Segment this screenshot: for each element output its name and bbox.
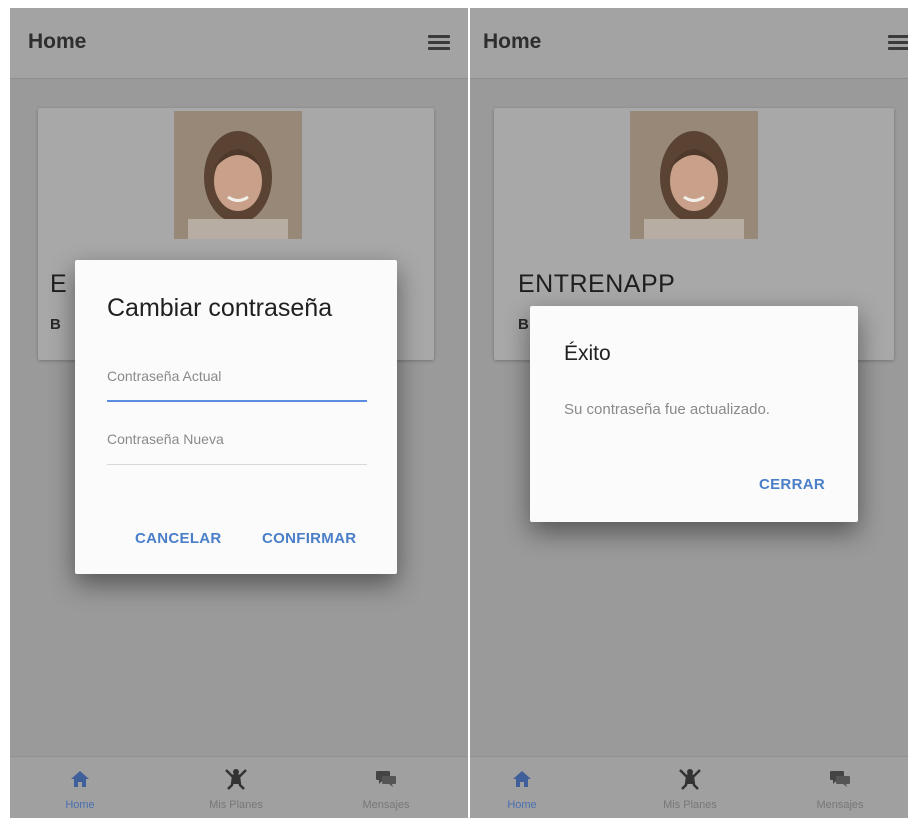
nav-label-mis-planes: Mis Planes [663, 799, 717, 811]
nav-label-mensajes: Mensajes [362, 799, 410, 811]
app-bar-title: Home [483, 30, 542, 53]
change-password-dialog: Cambiar contraseña Contraseña Actual Con… [75, 260, 397, 574]
new-password-underline [107, 464, 367, 465]
nav-item-home[interactable]: Home [30, 757, 130, 818]
home-icon [512, 767, 532, 791]
nav-item-home[interactable]: Home [472, 757, 572, 818]
app-bar: Home [470, 8, 908, 79]
card-subtitle: B [518, 316, 529, 333]
card-subtitle: B [50, 316, 61, 333]
screen-change-password: Home E B Cambiar contraseña Contraseña A… [10, 8, 468, 818]
chat-icon [375, 767, 397, 791]
nav-item-mensajes[interactable]: Mensajes [336, 757, 436, 818]
confirm-button[interactable]: CONFIRMAR [262, 530, 356, 547]
hamburger-menu-icon[interactable] [888, 35, 908, 50]
hamburger-menu-icon[interactable] [428, 35, 450, 50]
nav-item-mensajes[interactable]: Mensajes [790, 757, 890, 818]
cancel-button[interactable]: CANCELAR [135, 530, 222, 547]
nav-label-mensajes: Mensajes [816, 799, 864, 811]
home-icon [70, 767, 90, 791]
nav-label-home: Home [65, 799, 95, 811]
current-password-placeholder[interactable]: Contraseña Actual [107, 368, 221, 384]
screen-password-updated: Home ENTRENAPP B Éxito Su contraseña fue… [470, 8, 908, 818]
dialog-title: Cambiar contraseña [107, 294, 333, 322]
chat-icon [829, 767, 851, 791]
app-bar: Home [10, 8, 468, 79]
card-title: ENTRENAPP [518, 270, 676, 298]
close-button[interactable]: CERRAR [759, 476, 825, 493]
current-password-underline [107, 400, 367, 402]
profile-photo [630, 111, 758, 239]
dialog-message: Su contraseña fue actualizado. [564, 401, 770, 418]
card-title: E [50, 270, 68, 298]
new-password-placeholder[interactable]: Contraseña Nueva [107, 431, 224, 447]
bottom-navigation: Home Mis Planes Mensajes [10, 756, 468, 818]
dialog-title: Éxito [564, 342, 611, 365]
nav-label-home: Home [507, 799, 537, 811]
nav-item-mis-planes[interactable]: Mis Planes [640, 757, 740, 818]
nav-item-mis-planes[interactable]: Mis Planes [186, 757, 286, 818]
profile-photo [174, 111, 302, 239]
fitness-icon [223, 767, 249, 791]
nav-label-mis-planes: Mis Planes [209, 799, 263, 811]
bottom-navigation: Home Mis Planes Mensajes [470, 756, 908, 818]
success-dialog: Éxito Su contraseña fue actualizado. CER… [530, 306, 858, 522]
fitness-icon [677, 767, 703, 791]
app-bar-title: Home [28, 30, 87, 53]
